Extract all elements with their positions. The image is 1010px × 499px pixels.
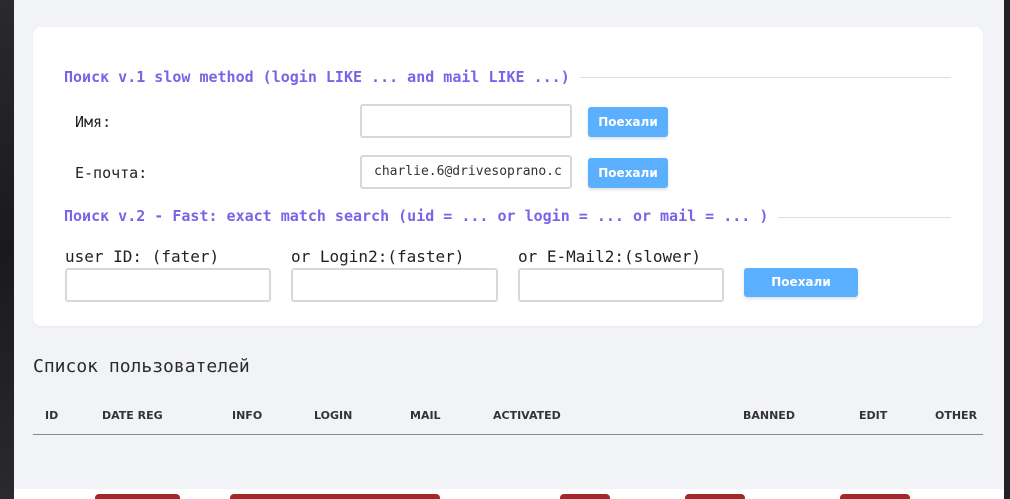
main-content: Поиск v.1 slow method (login LIKE ... an… — [14, 0, 1004, 489]
column-header-other[interactable]: OTHER — [935, 409, 977, 422]
legend-divider-v2 — [773, 217, 951, 218]
column-header-mail[interactable]: MAIL — [410, 409, 441, 422]
login-input[interactable] — [291, 268, 498, 302]
legend-divider-v1 — [573, 77, 951, 78]
search-v1-legend: Поиск v.1 slow method (login LIKE ... an… — [64, 68, 580, 86]
decorative-red-strip — [560, 494, 610, 499]
column-header-info[interactable]: INFO — [232, 409, 262, 422]
search-exact-button[interactable]: Поехали — [744, 268, 858, 297]
name-label: Имя: — [75, 113, 112, 131]
decorative-red-strip — [685, 494, 745, 499]
mail-input[interactable] — [518, 268, 724, 302]
background-left — [0, 0, 14, 499]
mail-label: or E-Mail2:(slower) — [518, 247, 702, 266]
email-input[interactable]: charlie.6@drivesoprano.c — [360, 155, 572, 189]
table-header-divider — [33, 434, 983, 435]
column-header-activated[interactable]: ACTIVATED — [493, 409, 561, 422]
search-v2-legend: Поиск v.2 - Fast: exact match search (ui… — [64, 207, 779, 225]
users-list-title: Список пользователей — [33, 356, 250, 377]
search-name-button[interactable]: Поехали — [588, 107, 668, 137]
decorative-red-strip — [840, 494, 910, 499]
column-header-login[interactable]: LOGIN — [314, 409, 352, 422]
name-input[interactable] — [360, 104, 572, 138]
login-label: or Login2:(faster) — [291, 247, 465, 266]
search-email-button[interactable]: Поехали — [588, 158, 668, 188]
email-label: E-почта: — [75, 164, 148, 182]
column-header-edit[interactable]: EDIT — [859, 409, 887, 422]
search-card: Поиск v.1 slow method (login LIKE ... an… — [33, 27, 983, 326]
column-header-id[interactable]: ID — [45, 409, 58, 422]
decorative-red-strip — [230, 494, 440, 499]
uid-label: user ID: (fater) — [65, 247, 220, 266]
column-header-date-reg[interactable]: DATE REG — [102, 409, 163, 422]
uid-input[interactable] — [65, 268, 271, 302]
column-header-banned[interactable]: BANNED — [743, 409, 795, 422]
decorative-red-strip — [95, 494, 180, 499]
